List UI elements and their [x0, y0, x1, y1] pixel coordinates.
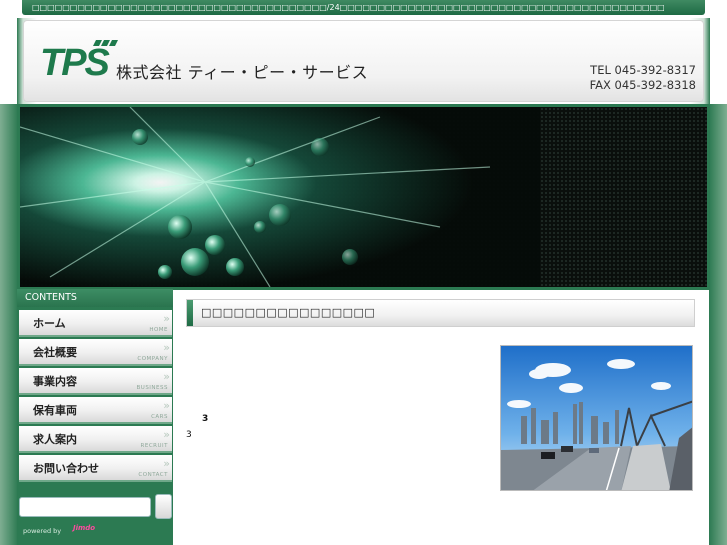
title-accent	[187, 300, 193, 326]
chevron-right-icon: »	[163, 428, 170, 441]
chevron-right-icon: »	[163, 399, 170, 412]
left-margin	[0, 18, 17, 104]
right-green-band	[709, 104, 727, 545]
phone-number: TEL 045-392-8317	[590, 63, 696, 77]
hero-banner	[17, 104, 710, 290]
chevron-right-icon: »	[163, 341, 170, 354]
chevron-right-icon: »	[163, 312, 170, 325]
hero-image	[20, 107, 707, 287]
logo-lettering: TPS	[40, 42, 110, 81]
nav-label: ホーム	[33, 317, 66, 330]
site-header: TPS 株式会社 ティー・ピー・サービス TEL 045-392-8317 FA…	[23, 20, 704, 102]
nav-item-contact[interactable]: » お問い合わせ CONTACT	[19, 455, 172, 482]
left-green-band	[0, 104, 18, 545]
tps-logo[interactable]: TPS	[40, 37, 118, 81]
chevron-right-icon: »	[163, 457, 170, 470]
sidebar: CONTENTS » ホーム HOME » 会社概要 COMPANY » 事業内…	[17, 289, 173, 545]
nav-item-cars[interactable]: » 保有車両 CARS	[19, 397, 172, 424]
section-title: □□□□□□□□□□□□□□□□	[201, 306, 376, 319]
nav-sublabel: RECRUIT	[140, 443, 168, 449]
nav-sublabel: HOME	[149, 327, 168, 333]
nav-item-business[interactable]: » 事業内容 BUSINESS	[19, 368, 172, 395]
nav-label: 事業内容	[33, 375, 77, 388]
search-input[interactable]	[19, 497, 151, 517]
nav-label: 求人案内	[33, 433, 77, 446]
nav-label: お問い合わせ	[33, 462, 99, 475]
content-text: 3	[186, 430, 192, 440]
section-title-bar: □□□□□□□□□□□□□□□□	[186, 299, 695, 327]
nav-item-recruit[interactable]: » 求人案内 RECRUIT	[19, 426, 172, 453]
nav-sublabel: CONTACT	[138, 472, 168, 478]
photo-image	[501, 346, 692, 490]
chevron-right-icon: »	[163, 370, 170, 383]
company-name: 株式会社 ティー・ピー・サービス	[116, 63, 369, 82]
nav-item-home[interactable]: » ホーム HOME	[19, 310, 172, 337]
jimdo-logo[interactable]: Jimdo	[73, 524, 95, 532]
nav-sublabel: CARS	[151, 414, 168, 420]
nav-sublabel: COMPANY	[137, 356, 168, 362]
top-strip: □□□□□□□□□□□□□□□□□□□□□□□□□□□□□□□□□□□□□□□/…	[0, 0, 727, 18]
top-announcement: □□□□□□□□□□□□□□□□□□□□□□□□□□□□□□□□□□□□□□□/…	[22, 0, 705, 15]
nav-label: 保有車両	[33, 404, 77, 417]
search-button[interactable]	[155, 494, 172, 519]
nav-sublabel: BUSINESS	[136, 385, 168, 391]
nav-item-company[interactable]: » 会社概要 COMPANY	[19, 339, 172, 366]
fax-number: FAX 045-392-8318	[589, 78, 696, 92]
content-text-bold: 3	[202, 414, 209, 424]
nav-label: 会社概要	[33, 346, 77, 359]
powered-by-text: powered by	[23, 527, 62, 535]
sidebar-heading: CONTENTS	[17, 289, 173, 307]
highway-photo	[500, 345, 693, 491]
